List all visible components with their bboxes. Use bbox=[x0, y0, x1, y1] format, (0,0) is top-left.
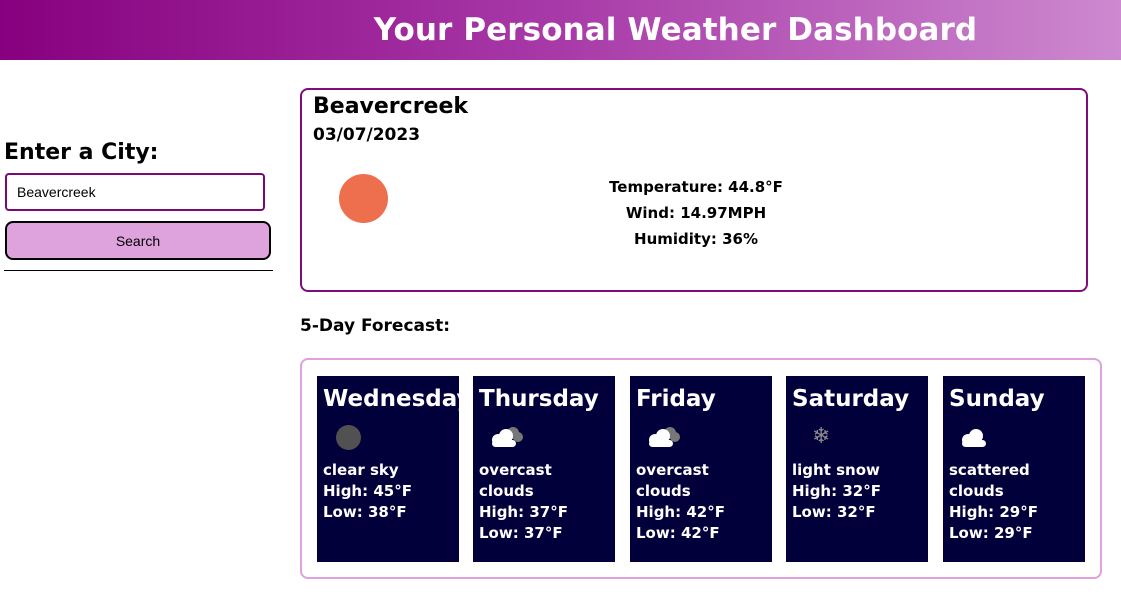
header-bar: Your Personal Weather Dashboard bbox=[0, 0, 1121, 60]
forecast-day: Saturday bbox=[792, 386, 910, 412]
moon-icon bbox=[336, 425, 361, 450]
humidity-text: Humidity: 36% bbox=[634, 230, 758, 248]
forecast-high: High: 29°F bbox=[949, 503, 1038, 521]
cloud-icon bbox=[962, 429, 986, 447]
forecast-card: Thursday overcast clouds High: 37°F Low:… bbox=[473, 376, 615, 562]
forecast-high: High: 37°F bbox=[479, 503, 568, 521]
forecast-card: Wednesday clear sky High: 45°F Low: 38°F bbox=[317, 376, 472, 562]
city-search-input[interactable] bbox=[5, 173, 265, 211]
forecast-high: High: 45°F bbox=[323, 482, 412, 500]
forecast-description: overcast clouds bbox=[479, 461, 552, 500]
wind-text: Wind: 14.97MPH bbox=[625, 204, 767, 222]
temperature-text: Temperature: 44.8°F bbox=[609, 178, 783, 196]
forecast-card: Friday overcast clouds High: 42°F Low: 4… bbox=[630, 376, 772, 562]
forecast-day: Wednesday bbox=[323, 386, 472, 412]
forecast-day: Sunday bbox=[949, 386, 1045, 412]
cloud-icon bbox=[649, 427, 680, 447]
forecast-low: Low: 29°F bbox=[949, 524, 1033, 542]
forecast-low: Low: 38°F bbox=[323, 503, 407, 521]
snowflake-icon: ❄ bbox=[812, 424, 831, 449]
forecast-description: overcast clouds bbox=[636, 461, 709, 500]
cloud-icon bbox=[492, 427, 523, 447]
forecast-low: Low: 42°F bbox=[636, 524, 720, 542]
forecast-title: 5-Day Forecast: bbox=[300, 316, 451, 336]
current-city-name: Beavercreek bbox=[313, 94, 469, 119]
search-button[interactable]: Search bbox=[5, 221, 271, 260]
city-input-label: Enter a City: bbox=[4, 140, 159, 165]
forecast-description: clear sky bbox=[323, 461, 399, 479]
page-title: Your Personal Weather Dashboard bbox=[373, 12, 978, 48]
sidebar-divider bbox=[4, 270, 273, 271]
sidebar: Enter a City: Search bbox=[4, 140, 273, 271]
forecast-day: Friday bbox=[636, 386, 716, 412]
forecast-description: scattered clouds bbox=[949, 461, 1030, 500]
forecast-low: Low: 32°F bbox=[792, 503, 876, 521]
forecast-day: Thursday bbox=[479, 386, 599, 412]
forecast-high: High: 32°F bbox=[792, 482, 881, 500]
current-date: 03/07/2023 bbox=[313, 125, 421, 145]
forecast-high: High: 42°F bbox=[636, 503, 725, 521]
forecast-card: Saturday ❄ light snow High: 32°F Low: 32… bbox=[786, 376, 928, 562]
forecast-card: Sunday scattered clouds High: 29°F Low: … bbox=[943, 376, 1085, 562]
forecast-low: Low: 37°F bbox=[479, 524, 563, 542]
forecast-description: light snow bbox=[792, 461, 880, 479]
current-stats: Temperature: 44.8°F Wind: 14.97MPH Humid… bbox=[302, 174, 1090, 252]
current-weather-card: Beavercreek 03/07/2023 Temperature: 44.8… bbox=[300, 88, 1088, 292]
forecast-panel: Wednesday clear sky High: 45°F Low: 38°F… bbox=[300, 358, 1102, 579]
